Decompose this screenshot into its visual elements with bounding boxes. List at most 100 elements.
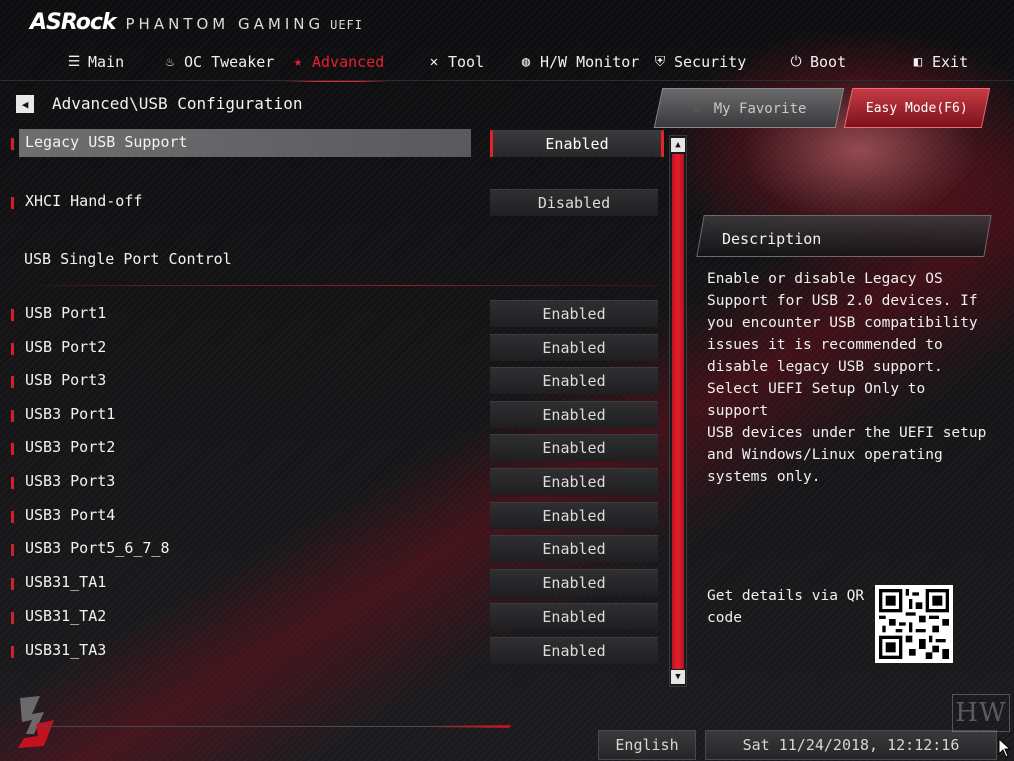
tools-icon: ✕ — [429, 54, 439, 70]
chevron-left-icon: ◀ — [21, 97, 29, 111]
tab-advanced[interactable]: ★ Advanced — [283, 50, 391, 82]
tab-label: Boot — [810, 53, 847, 71]
setting-usb-port1[interactable]: USB Port1 — [0, 300, 470, 328]
breadcrumb: Advanced\USB Configuration — [52, 94, 303, 113]
usb3-port1-value[interactable]: Enabled — [490, 401, 658, 428]
setting-usb3-port3[interactable]: USB3 Port3 — [0, 468, 470, 496]
bottom-bar — [40, 726, 510, 751]
setting-usb31-ta2[interactable]: USB31_TA2 — [0, 603, 470, 631]
scrollbar-thumb[interactable] — [672, 154, 684, 669]
tab-label: Security — [674, 53, 747, 71]
setting-label: USB Port1 — [25, 304, 107, 322]
setting-label: USB Port3 — [25, 371, 107, 389]
xhci-hand-off-value[interactable]: Disabled — [490, 189, 658, 216]
scroll-up-button[interactable]: ▲ — [671, 138, 685, 152]
scroll-down-button[interactable]: ▼ — [671, 670, 685, 684]
exit-icon: ◧ — [913, 54, 923, 70]
description-title: Description — [722, 230, 822, 248]
watermark-text: HW — [955, 698, 1007, 728]
tab-label: OC Tweaker — [184, 53, 275, 71]
usb-port2-value[interactable]: Enabled — [490, 334, 658, 361]
product-name: PHANTOM GAMING — [125, 15, 325, 33]
tab-security[interactable]: ⛨ Security — [652, 50, 747, 74]
setting-usb3-port1[interactable]: USB3 Port1 — [0, 401, 470, 429]
uefi-label: UEFI — [330, 18, 364, 32]
monitor-icon: ◍ — [521, 54, 531, 70]
tab-label: H/W Monitor — [540, 53, 640, 71]
tab-label: Advanced — [312, 53, 385, 71]
setting-usb31-ta1[interactable]: USB31_TA1 — [0, 569, 470, 597]
setting-usb31-ta3[interactable]: USB31_TA3 — [0, 637, 470, 665]
qr-code — [875, 585, 953, 663]
mouse-cursor-icon — [998, 738, 1012, 758]
tab-exit[interactable]: ◧ Exit — [910, 50, 968, 74]
row-marker — [11, 544, 14, 556]
star-icon: ★ — [691, 97, 703, 119]
usb31-ta1-value[interactable]: Enabled — [490, 569, 658, 596]
power-icon: ⏻ — [790, 54, 802, 70]
my-favorite-button[interactable]: ★ My Favorite — [653, 88, 845, 128]
setting-usb-port3[interactable]: USB Port3 — [0, 367, 470, 395]
row-marker — [11, 343, 14, 355]
watermark: HW — [952, 694, 1010, 732]
setting-usb3-port5-6-7-8[interactable]: USB3 Port5_6_7_8 — [0, 535, 470, 563]
usb31-ta2-value[interactable]: Enabled — [490, 603, 658, 630]
section-divider — [20, 285, 660, 286]
setting-xhci-hand-off[interactable]: XHCI Hand-off — [0, 188, 470, 216]
row-marker — [11, 578, 14, 590]
easy-mode-label: Easy Mode(F6) — [866, 100, 968, 116]
row-marker — [11, 376, 14, 388]
row-marker — [11, 410, 14, 422]
row-marker — [11, 511, 14, 523]
usb-port3-value[interactable]: Enabled — [490, 367, 658, 394]
section-title: USB Single Port Control — [24, 250, 232, 268]
star-icon: ★ — [293, 54, 303, 70]
usb-port1-value[interactable]: Enabled — [490, 300, 658, 327]
qr-details-text: Get details via QR code — [707, 588, 865, 626]
setting-label: Legacy USB Support — [25, 133, 188, 151]
easy-mode-button[interactable]: Easy Mode(F6) — [843, 88, 991, 128]
setting-label: USB31_TA3 — [25, 641, 107, 659]
setting-label: USB Port2 — [25, 338, 107, 356]
description-text: Enable or disable Legacy OS Support for … — [707, 271, 987, 485]
usb3-port3-value[interactable]: Enabled — [490, 468, 658, 495]
top-nav: ☰ Main ♨ OC Tweaker ★ Advanced ✕ Tool ◍ … — [0, 46, 1014, 82]
setting-label: USB3 Port5_6_7_8 — [25, 539, 170, 557]
tab-tool[interactable]: ✕ Tool — [426, 50, 484, 74]
setting-usb-port2[interactable]: USB Port2 — [0, 334, 470, 362]
row-marker — [11, 443, 14, 455]
setting-legacy-usb-support[interactable]: Legacy USB Support — [11, 129, 471, 157]
setting-usb3-port2[interactable]: USB3 Port2 — [0, 434, 470, 462]
setting-label: USB3 Port3 — [25, 472, 116, 490]
row-marker — [11, 197, 14, 209]
usb3-port5-6-7-8-value[interactable]: Enabled — [490, 535, 658, 562]
legacy-usb-support-value[interactable]: Enabled — [490, 130, 664, 157]
tab-label: Exit — [932, 53, 969, 71]
tab-label: Main — [88, 53, 125, 71]
setting-usb3-port4[interactable]: USB3 Port4 — [0, 502, 470, 530]
tab-main[interactable]: ☰ Main — [66, 50, 124, 74]
tab-hw-monitor[interactable]: ◍ H/W Monitor — [518, 50, 640, 74]
datetime-display: Sat 11/24/2018, 12:12:16 — [705, 730, 997, 760]
list-icon: ☰ — [67, 54, 81, 70]
shield-icon: ⛨ — [654, 54, 666, 70]
asrock-logo: ASRock — [30, 10, 117, 35]
row-marker — [11, 477, 14, 489]
back-button[interactable]: ◀ — [16, 95, 34, 113]
usb3-port2-value[interactable]: Enabled — [490, 434, 658, 461]
setting-label: USB3 Port1 — [25, 405, 116, 423]
row-marker — [11, 138, 14, 150]
brand-header: ASRock PHANTOM GAMING UEFI — [30, 10, 363, 36]
usb31-ta3-value[interactable]: Enabled — [490, 637, 658, 664]
setting-label: USB3 Port2 — [25, 438, 116, 456]
tab-oc-tweaker[interactable]: ♨ OC Tweaker — [162, 50, 275, 74]
nav-divider — [0, 80, 1014, 81]
setting-label: USB3 Port4 — [25, 506, 116, 524]
scrollbar[interactable]: ▲ ▼ — [669, 135, 687, 687]
usb3-port4-value[interactable]: Enabled — [490, 502, 658, 529]
setting-label: USB31_TA1 — [25, 573, 107, 591]
language-button[interactable]: English — [598, 730, 696, 760]
tab-boot[interactable]: ⏻ Boot — [788, 50, 846, 74]
my-favorite-label: My Favorite — [714, 100, 807, 116]
row-marker — [11, 309, 14, 321]
